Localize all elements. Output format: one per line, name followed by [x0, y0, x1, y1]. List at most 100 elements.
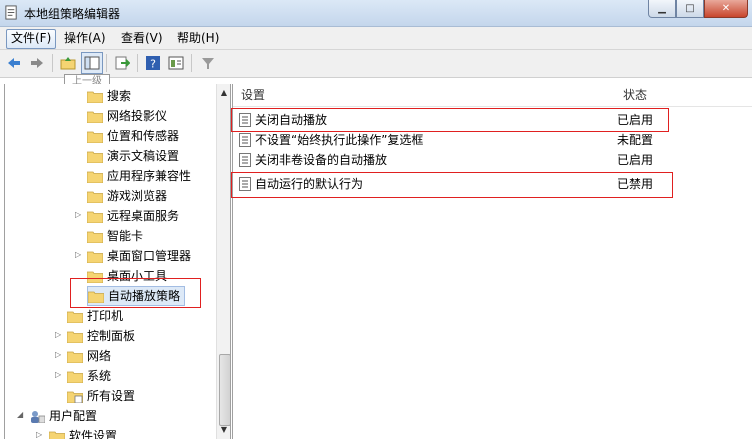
highlight-box — [231, 108, 669, 132]
expand-arrow-icon[interactable]: ▷ — [36, 430, 42, 439]
collapse-arrow-icon[interactable]: ◢ — [17, 410, 23, 419]
back-button[interactable] — [4, 53, 24, 73]
tree-item-label: 系统 — [87, 369, 112, 383]
tree-item[interactable]: 控制面板 — [67, 326, 135, 346]
tree-item-label: 游戏浏览器 — [107, 189, 168, 203]
menu-view[interactable]: 查看(V) — [117, 29, 167, 47]
tree-item-label: 用户配置 — [49, 409, 98, 423]
tree-item[interactable]: 演示文稿设置 — [87, 146, 179, 166]
tree-item-label: 位置和传感器 — [107, 129, 180, 143]
back-arrow-icon — [8, 58, 20, 68]
tree-item[interactable]: 系统 — [67, 366, 111, 386]
export-list-button[interactable] — [112, 53, 132, 73]
expand-arrow-icon[interactable]: ▷ — [75, 210, 81, 219]
tree-item[interactable]: 网络投影仪 — [87, 106, 167, 126]
folder-icon — [67, 371, 83, 383]
tree-item[interactable]: 所有设置 — [67, 386, 135, 406]
toolbar-separator — [52, 54, 53, 72]
toolbar-separator — [191, 54, 192, 72]
tree-item[interactable]: 游戏浏览器 — [87, 186, 167, 206]
tree-scrollbar[interactable]: ▲ ▼ — [216, 84, 230, 439]
filter-button[interactable] — [198, 53, 218, 73]
help-icon: ? — [146, 56, 160, 71]
header-divider — [233, 106, 752, 107]
folder-icon — [67, 331, 83, 343]
tree-item[interactable]: 搜索 — [87, 86, 131, 106]
title-bar: 本地组策略编辑器 ▁ □ ✕ — [0, 0, 752, 27]
tree-item[interactable]: 网络 — [67, 346, 111, 366]
expand-arrow-icon[interactable]: ▷ — [55, 370, 61, 379]
svg-text:?: ? — [150, 58, 156, 71]
filter-icon — [202, 58, 214, 69]
menu-file[interactable]: 文件(F) — [6, 29, 57, 49]
close-button[interactable]: ✕ — [704, 0, 748, 18]
maximize-icon: □ — [685, 3, 695, 14]
menu-help[interactable]: 帮助(H) — [173, 29, 223, 47]
tree-item-label: 桌面窗口管理器 — [107, 249, 192, 263]
tree-item-label: 应用程序兼容性 — [107, 169, 192, 183]
toolbar: ? — [0, 50, 752, 78]
forward-button[interactable] — [27, 53, 47, 73]
folder-icon — [87, 191, 103, 203]
column-header-setting[interactable]: 设置 — [241, 84, 265, 106]
settings-list: 设置 状态 关闭自动播放 已启用 不设置“始终执行此操作”复选框 未配置 关闭非… — [231, 84, 752, 439]
tree-item-label: 演示文稿设置 — [107, 149, 180, 163]
close-icon: ✕ — [721, 3, 731, 14]
highlight-box — [70, 278, 201, 308]
expand-arrow-icon[interactable]: ▷ — [55, 330, 61, 339]
console-tree: 搜索 网络投影仪 位置和传感器 演示文稿设置 应用程序兼容性 游戏浏览器 ▷ 远… — [4, 84, 231, 439]
tree-item-label: 智能卡 — [107, 229, 144, 243]
show-hide-tree-button[interactable] — [81, 52, 103, 74]
tree-item-label: 所有设置 — [87, 389, 136, 403]
window-title: 本地组策略编辑器 — [24, 7, 121, 21]
list-item[interactable]: 不设置“始终执行此操作”复选框 — [239, 130, 423, 150]
user-config-icon — [31, 410, 45, 423]
console-tree-icon — [84, 56, 100, 70]
tree-item-label: 网络 — [87, 349, 112, 363]
tree-item[interactable]: 软件设置 — [49, 426, 117, 439]
scroll-thumb[interactable] — [219, 354, 230, 426]
export-icon — [115, 56, 130, 70]
tree-item[interactable]: 打印机 — [67, 306, 123, 326]
properties-icon — [168, 56, 184, 70]
help-button[interactable]: ? — [143, 53, 163, 73]
tree-item[interactable]: 智能卡 — [87, 226, 143, 246]
expand-arrow-icon[interactable]: ▷ — [75, 250, 81, 259]
column-header-state[interactable]: 状态 — [623, 84, 647, 106]
menu-bar: 文件(F) 操作(A) 查看(V) 帮助(H) — [0, 27, 752, 50]
expand-arrow-icon[interactable]: ▷ — [55, 350, 61, 359]
toolbar-separator — [106, 54, 107, 72]
setting-name: 不设置“始终执行此操作”复选框 — [255, 133, 424, 147]
properties-button[interactable] — [166, 53, 186, 73]
folder-icon — [67, 311, 83, 323]
tree-item[interactable]: 桌面窗口管理器 — [87, 246, 191, 266]
policy-setting-icon — [239, 153, 251, 167]
tree-item[interactable]: 用户配置 — [29, 406, 97, 426]
folder-icon — [87, 211, 103, 223]
policy-editor-icon — [5, 5, 17, 20]
scroll-down-icon[interactable]: ▼ — [217, 423, 230, 437]
menu-action[interactable]: 操作(A) — [60, 29, 110, 47]
folder-icon — [87, 131, 103, 143]
minimize-button[interactable]: ▁ — [648, 0, 676, 18]
folder-icon — [87, 111, 103, 123]
tree-item[interactable]: 远程桌面服务 — [87, 206, 179, 226]
policy-setting-icon — [239, 133, 251, 147]
all-settings-icon — [67, 391, 83, 403]
up-one-level-button[interactable] — [58, 53, 78, 73]
forward-arrow-icon — [31, 58, 43, 68]
tree-item-label: 控制面板 — [87, 329, 136, 343]
tree-item[interactable]: 应用程序兼容性 — [87, 166, 191, 186]
scroll-up-icon[interactable]: ▲ — [217, 86, 230, 100]
folder-icon — [87, 171, 103, 183]
list-item[interactable]: 关闭非卷设备的自动播放 — [239, 150, 387, 170]
folder-icon — [87, 151, 103, 163]
folder-icon — [87, 231, 103, 243]
setting-state: 未配置 — [617, 133, 654, 147]
folder-icon — [67, 351, 83, 363]
tree-item[interactable]: 位置和传感器 — [87, 126, 179, 146]
tree-item-label: 网络投影仪 — [107, 109, 168, 123]
tree-item-label: 搜索 — [107, 89, 132, 103]
folder-icon — [87, 251, 103, 263]
maximize-button[interactable]: □ — [676, 0, 704, 18]
